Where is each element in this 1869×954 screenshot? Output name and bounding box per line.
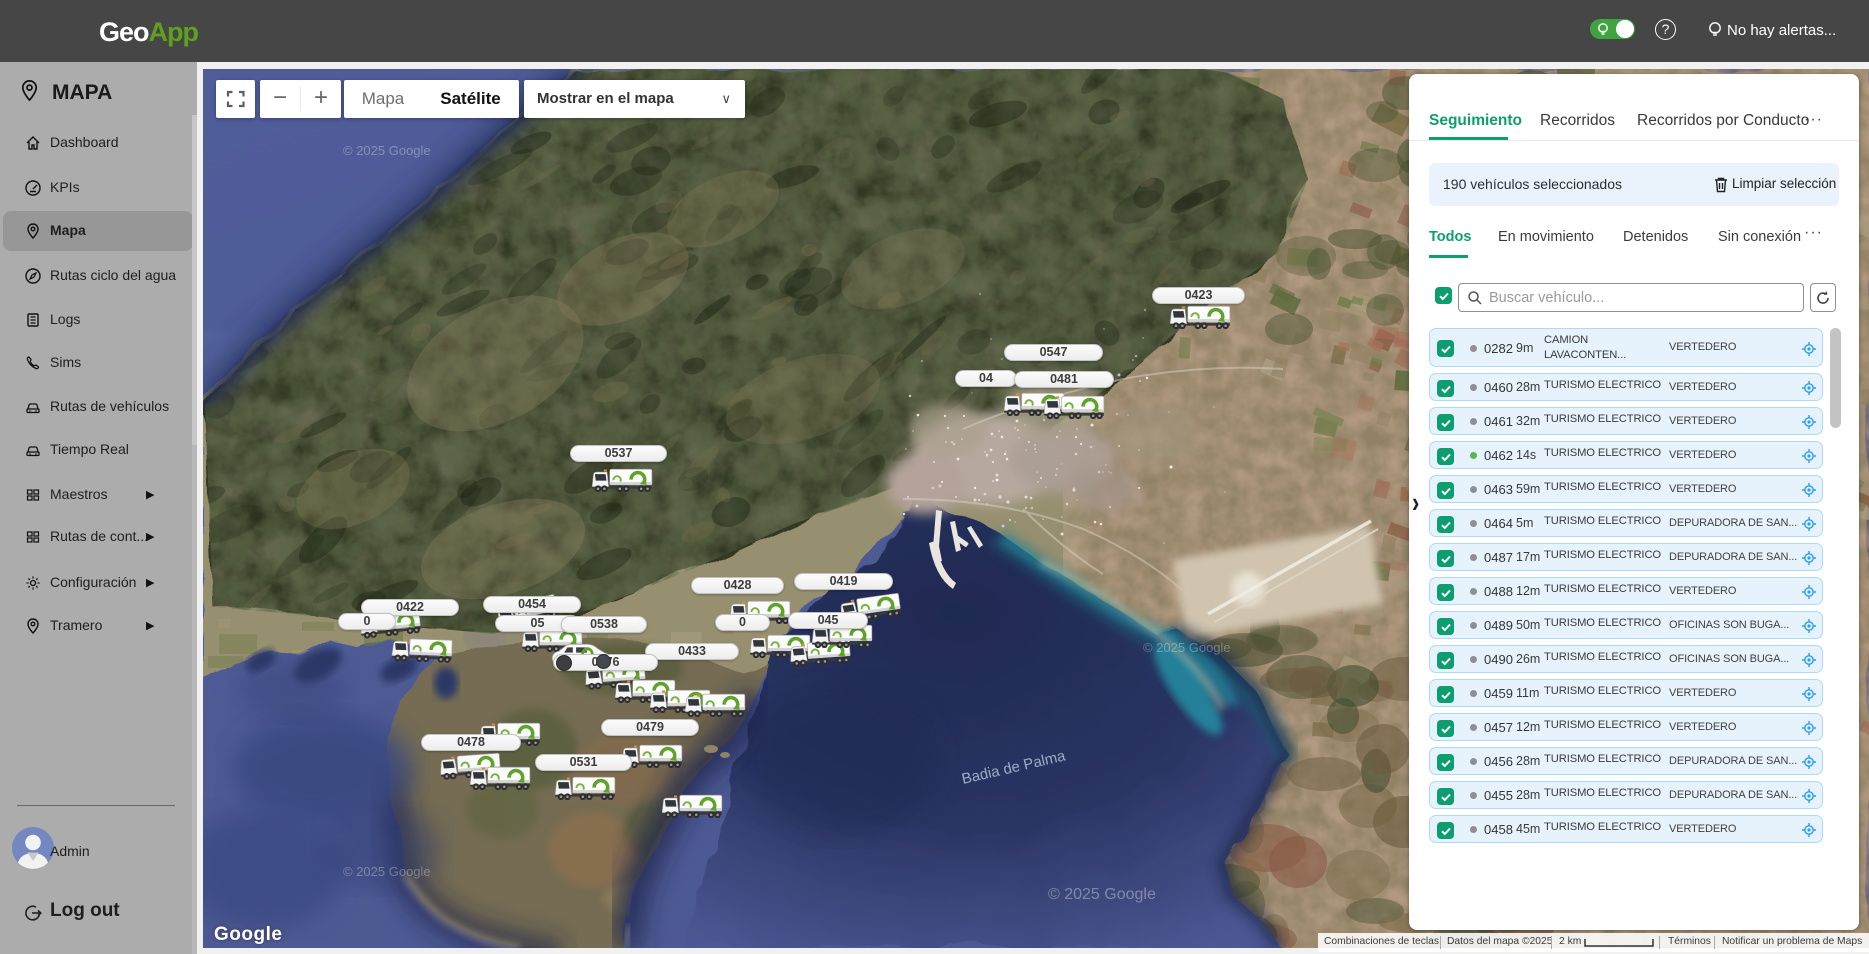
svg-text:© 2025 Google: © 2025 Google: [343, 143, 431, 158]
svg-text:© 2025 Google: © 2025 Google: [343, 864, 431, 879]
svg-text:© 2025 Google: © 2025 Google: [1143, 640, 1231, 655]
svg-text:© 2025 Google: © 2025 Google: [1048, 886, 1156, 903]
